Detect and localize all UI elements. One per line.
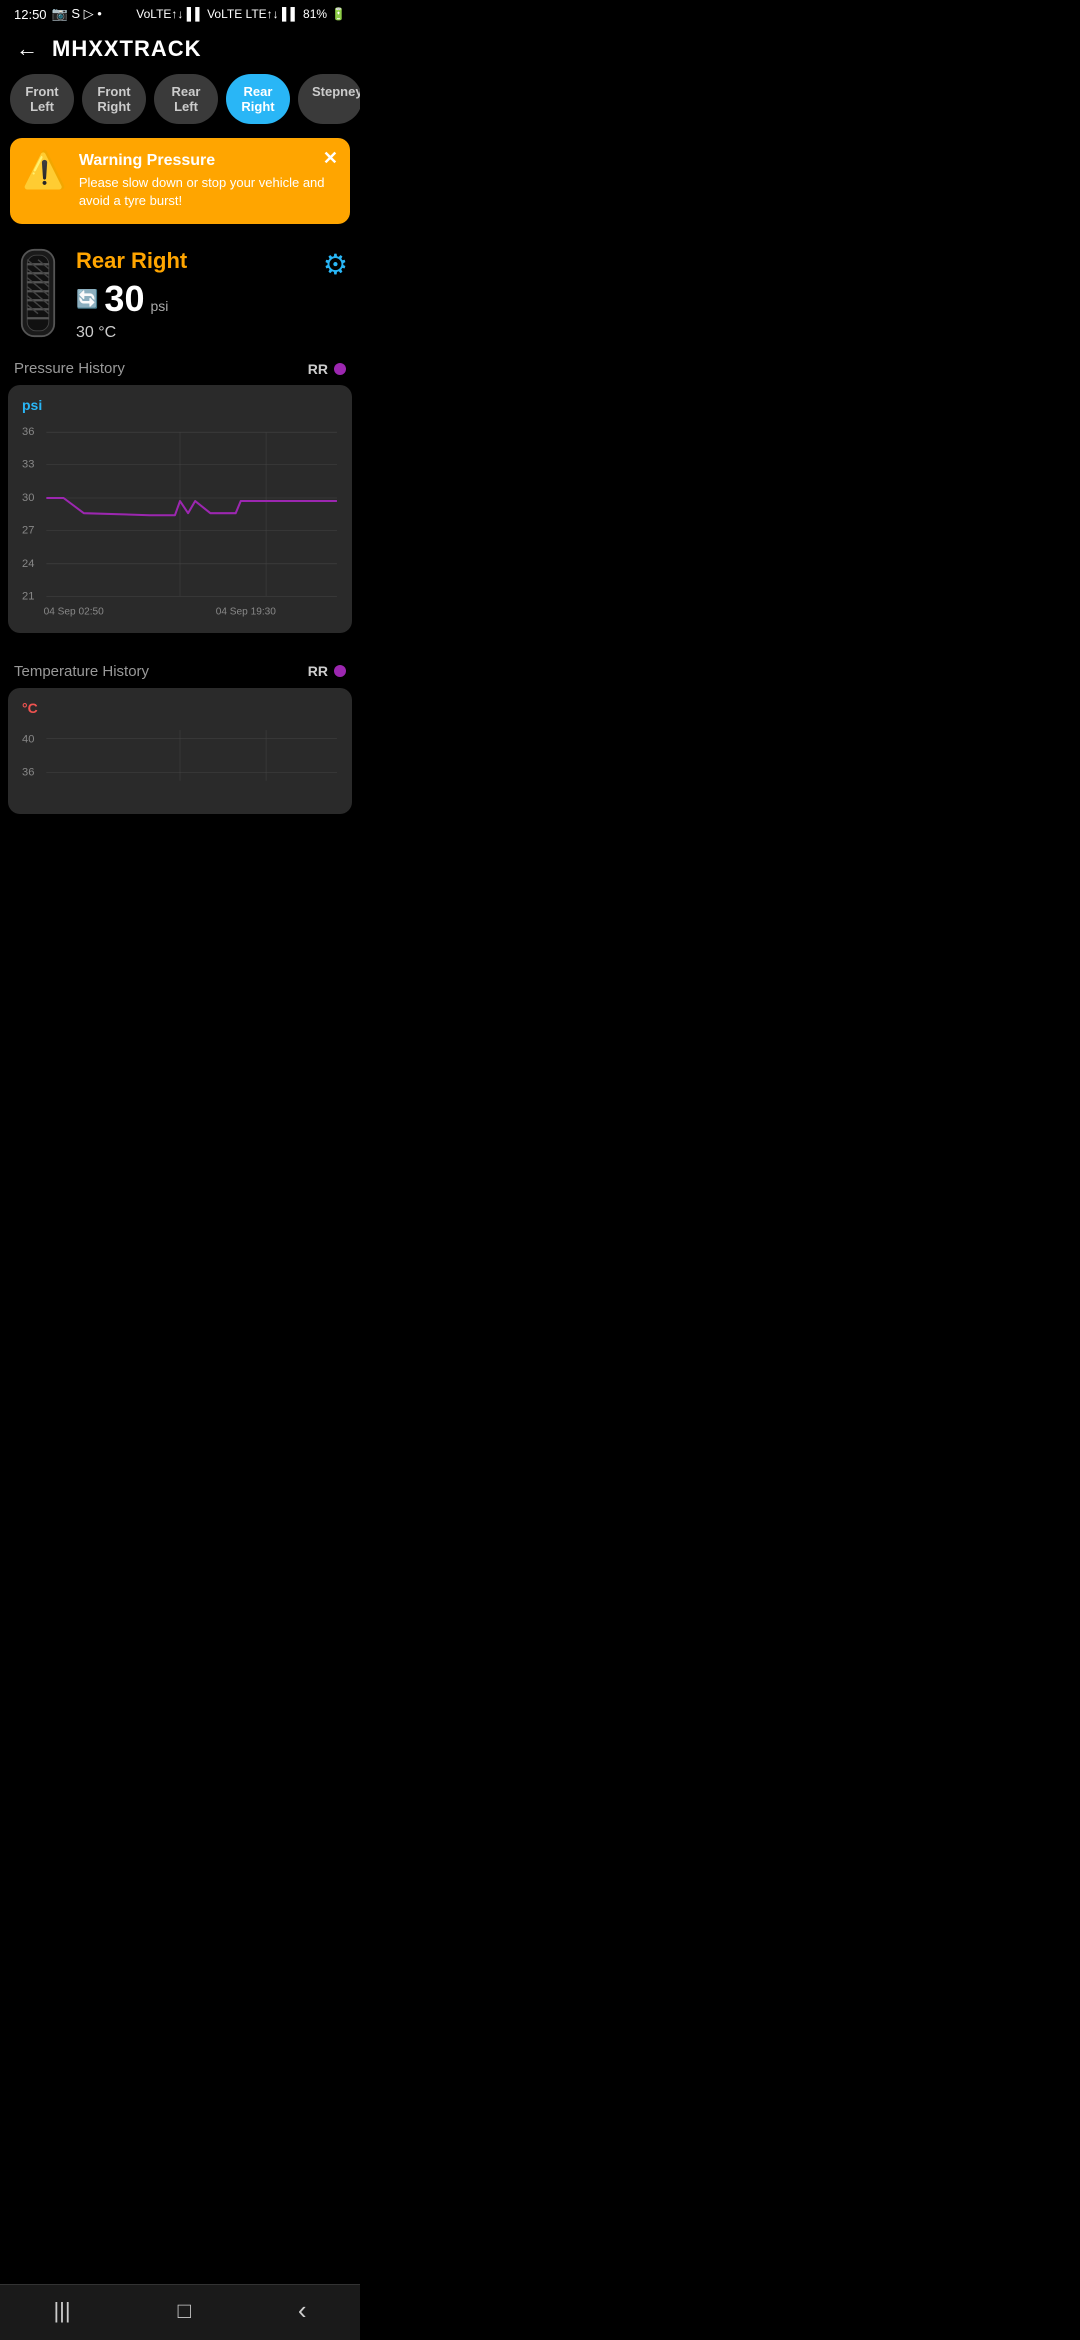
temperature-chart: 40 36 [18, 720, 342, 801]
pressure-chart-container: psi 36 33 30 27 24 21 04 Sep 02:50 04 Se… [8, 385, 352, 633]
pressure-legend: RR [308, 361, 346, 377]
tab-rear-right[interactable]: RearRight [226, 74, 290, 124]
temperature-chart-container: °C 40 36 [8, 688, 352, 814]
warning-close-button[interactable]: ✕ [323, 148, 338, 169]
pressure-chart: 36 33 30 27 24 21 04 Sep 02:50 04 Sep 19… [18, 417, 342, 620]
app-title: MHXXTRACK [52, 36, 202, 62]
svg-text:36: 36 [22, 767, 34, 779]
bottom-nav: ||| □ ‹ [0, 2284, 360, 2340]
svg-text:04 Sep 02:50: 04 Sep 02:50 [44, 607, 105, 618]
warning-icon: ⚠️ [22, 152, 67, 188]
temperature-history-title: Temperature History [14, 663, 149, 680]
nav-recent-apps[interactable]: ||| [53, 2298, 70, 2324]
tab-stepney[interactable]: Stepney [298, 74, 360, 124]
svg-text:27: 27 [22, 525, 34, 537]
back-button[interactable]: ← [16, 36, 38, 62]
tyre-image [12, 248, 64, 338]
tyre-detail: Rear Right 🔄 30 psi 30 °C ⚙ [0, 238, 360, 346]
pressure-legend-label: RR [308, 361, 328, 377]
svg-text:33: 33 [22, 459, 34, 471]
tab-front-right[interactable]: FrontRight [82, 74, 146, 124]
status-icons: 📷 S ▷ • [52, 6, 102, 22]
pressure-history-header: Pressure History RR [0, 346, 360, 385]
battery-level: 81% [303, 7, 327, 21]
status-bar: 12:50 📷 S ▷ • VoLTE↑↓ ▌▌ VoLTE LTE↑↓ ▌▌ … [0, 0, 360, 26]
app-header: ← MHXXTRACK [0, 26, 360, 74]
nav-back[interactable]: ‹ [298, 2295, 307, 2326]
temperature-legend: RR [308, 663, 346, 679]
tab-rear-left[interactable]: RearLeft [154, 74, 218, 124]
tyre-name: Rear Right [76, 248, 348, 274]
status-time: 12:50 [14, 7, 47, 22]
temperature-value: 30 °C [76, 324, 348, 342]
temperature-chart-ylabel: °C [18, 700, 342, 716]
svg-text:36: 36 [22, 427, 34, 439]
status-right: VoLTE↑↓ ▌▌ VoLTE LTE↑↓ ▌▌ 81% 🔋 [136, 7, 346, 21]
pressure-legend-dot [334, 363, 346, 375]
temperature-history-header: Temperature History RR [0, 649, 360, 688]
nav-home[interactable]: □ [178, 2298, 191, 2324]
pressure-unit: psi [150, 298, 168, 320]
tyre-info: Rear Right 🔄 30 psi 30 °C [76, 248, 348, 342]
svg-text:24: 24 [22, 558, 34, 570]
svg-text:30: 30 [22, 492, 34, 504]
pressure-warning-icon: 🔄 [76, 289, 98, 310]
svg-text:21: 21 [22, 591, 34, 603]
pressure-chart-ylabel: psi [18, 397, 342, 413]
battery-icon: 🔋 [331, 7, 346, 21]
pressure-value: 30 [104, 278, 144, 320]
tab-front-left[interactable]: FrontLeft [10, 74, 74, 124]
settings-button[interactable]: ⚙ [323, 248, 348, 281]
tab-bar: FrontLeft FrontRight RearLeft RearRight … [0, 74, 360, 138]
pressure-row: 🔄 30 psi [76, 278, 348, 320]
warning-description: Please slow down or stop your vehicle an… [79, 174, 336, 210]
svg-text:40: 40 [22, 733, 34, 745]
warning-text-block: Warning Pressure Please slow down or sto… [79, 152, 336, 210]
warning-banner: ⚠️ Warning Pressure Please slow down or … [10, 138, 350, 224]
signal-info: VoLTE↑↓ ▌▌ VoLTE LTE↑↓ ▌▌ [136, 7, 299, 21]
temperature-legend-label: RR [308, 663, 328, 679]
svg-text:04 Sep 19:30: 04 Sep 19:30 [216, 607, 277, 618]
temperature-legend-dot [334, 665, 346, 677]
pressure-history-title: Pressure History [14, 360, 125, 377]
status-left: 12:50 📷 S ▷ • [14, 6, 102, 22]
warning-title: Warning Pressure [79, 152, 336, 170]
